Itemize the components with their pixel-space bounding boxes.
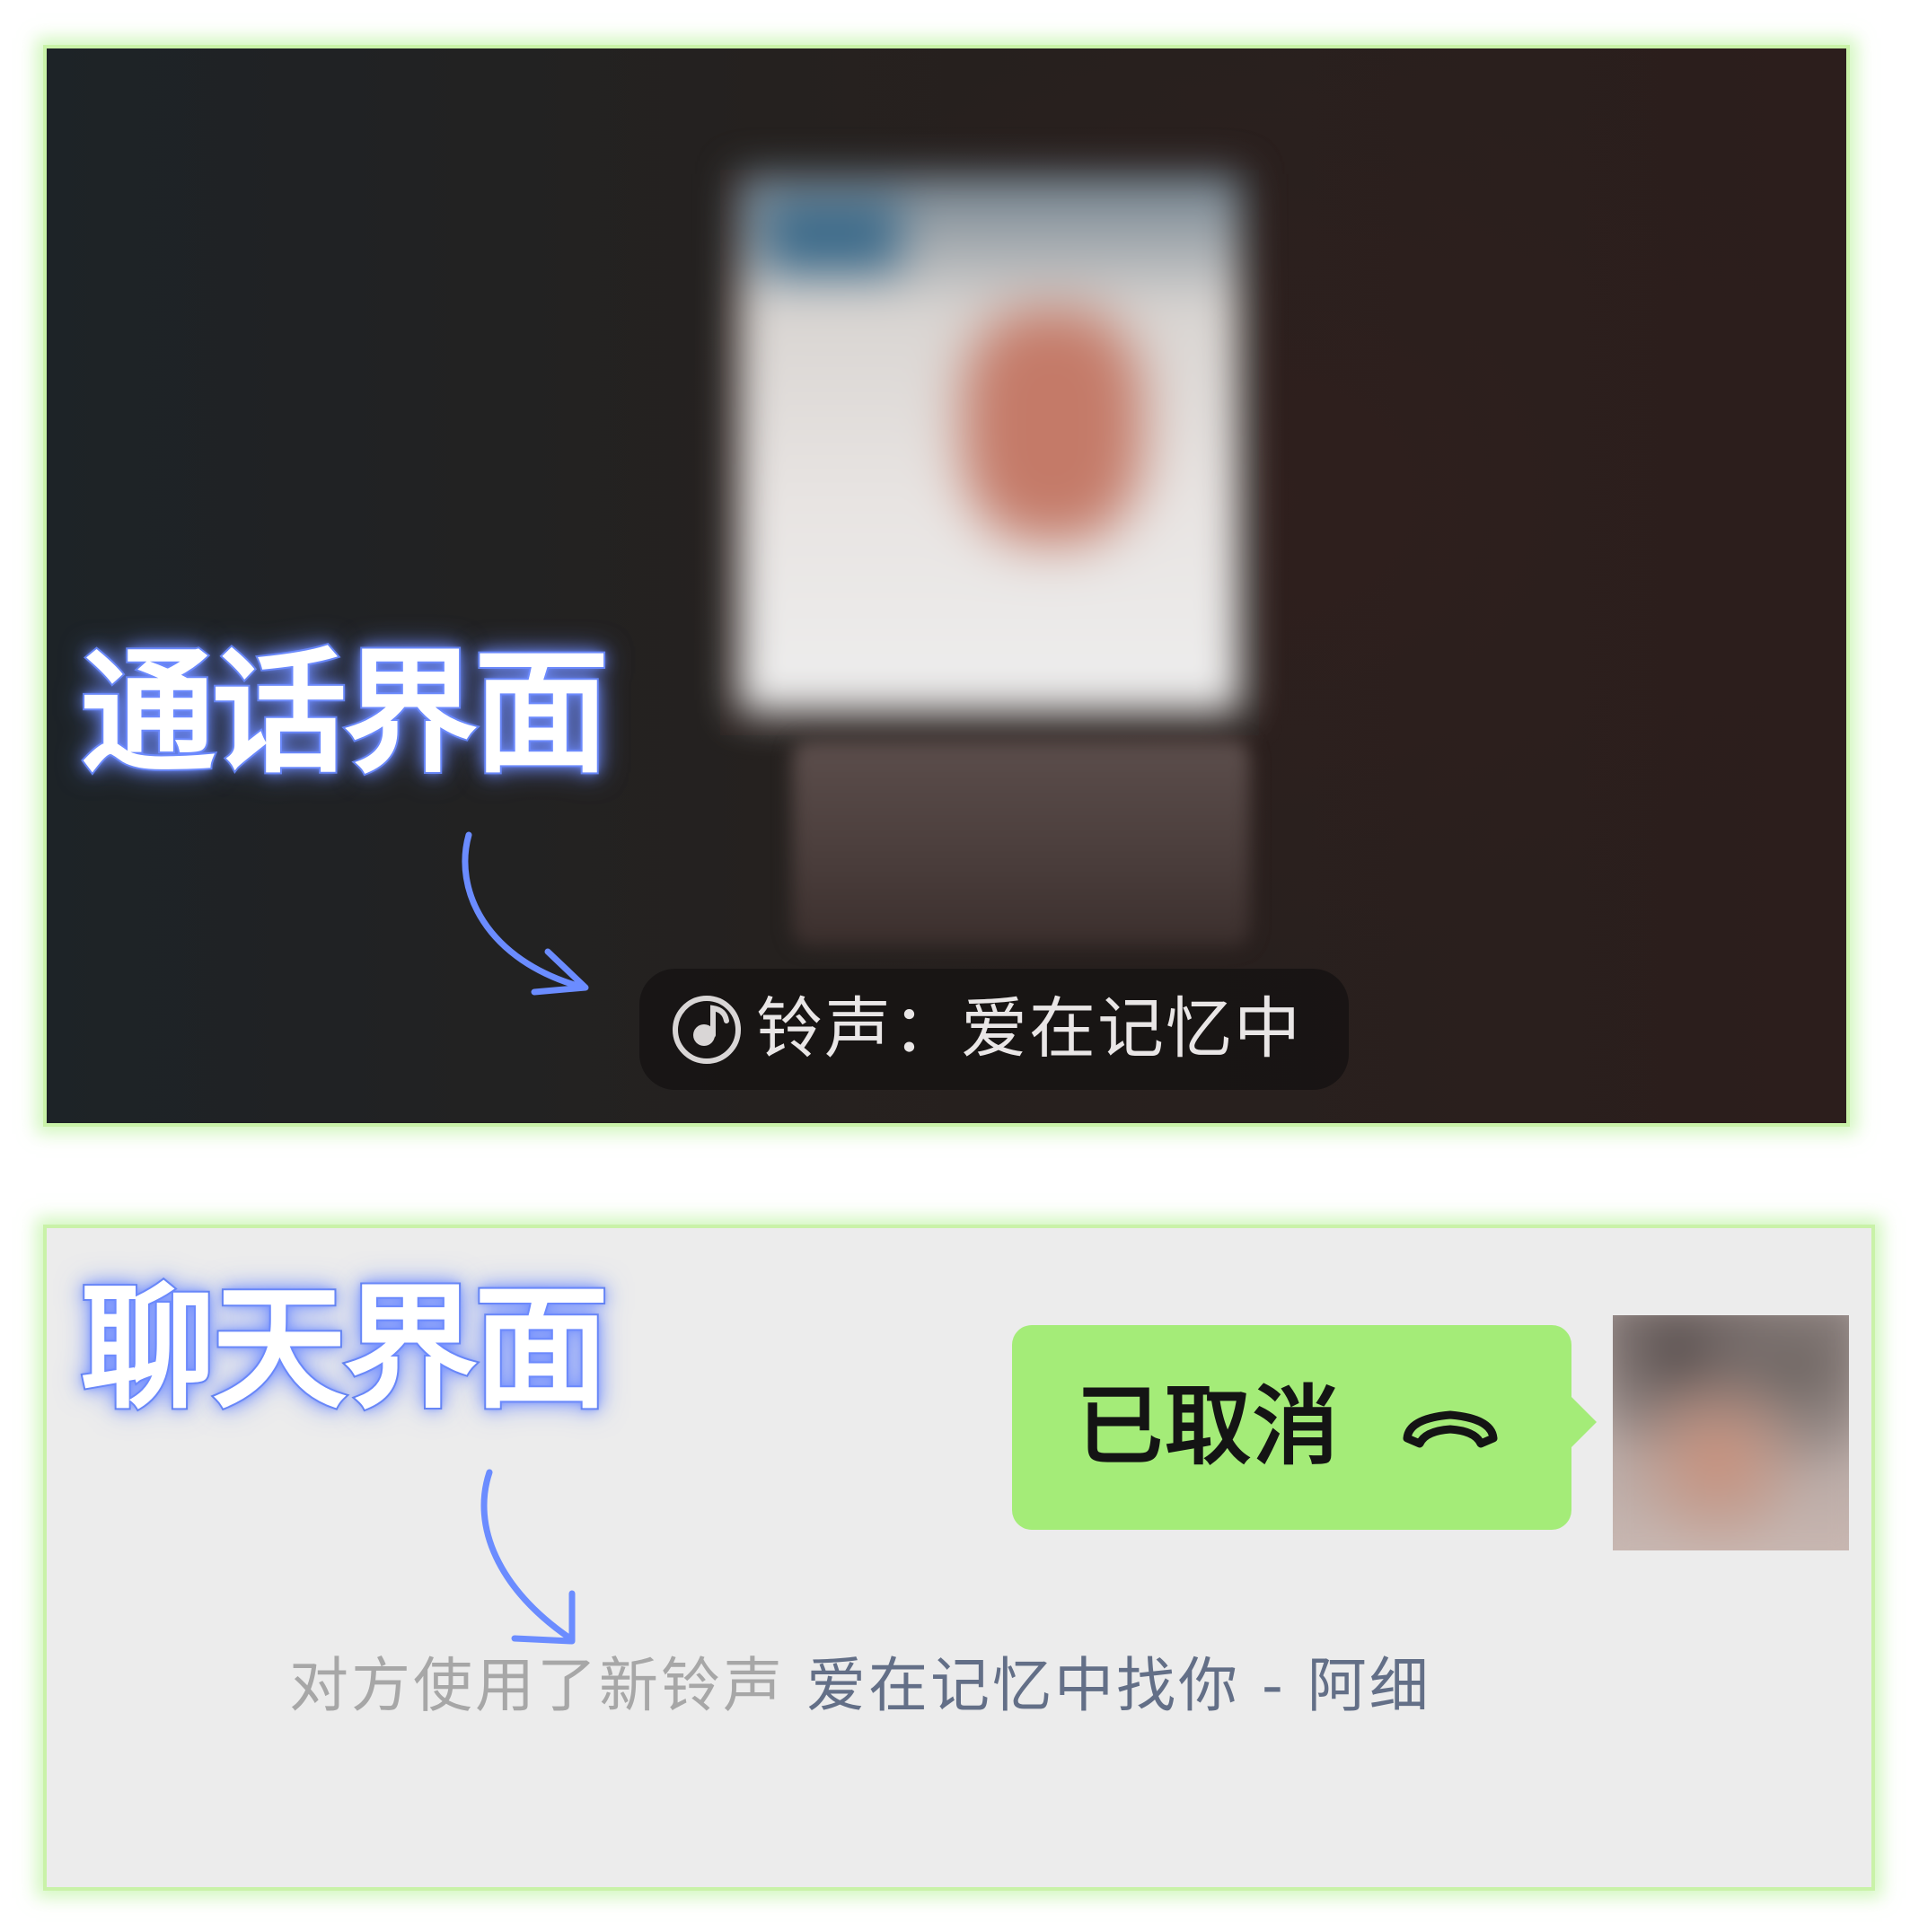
ringtone-system-note: 对方使用了新铃声 爱在记忆中找你 - 阿细	[289, 1650, 1431, 1722]
system-note-prefix: 对方使用了新铃声	[289, 1651, 785, 1720]
cancelled-call-bubble[interactable]: 已取消	[1012, 1325, 1597, 1530]
call-screen-annotation: 通话界面	[79, 636, 611, 792]
music-note-icon	[673, 996, 741, 1064]
user-avatar[interactable]	[1613, 1315, 1849, 1550]
arrow-icon	[480, 1469, 576, 1645]
caller-avatar-image	[738, 174, 1241, 713]
call-screen-panel: 铃声：爱在记忆中	[43, 45, 1850, 1127]
ringtone-pill[interactable]: 铃声：爱在记忆中	[639, 969, 1349, 1090]
bubble-text: 已取消	[1077, 1376, 1341, 1477]
ringtone-song-link[interactable]: 爱在记忆中找你 - 阿细	[806, 1651, 1431, 1720]
hang-up-phone-icon	[1403, 1410, 1498, 1448]
arrow-icon	[462, 831, 589, 996]
ringtone-text: 铃声：爱在记忆中	[756, 990, 1302, 1067]
chat-screen-annotation: 聊天界面	[79, 1271, 611, 1427]
caller-name-blurred	[792, 740, 1250, 946]
